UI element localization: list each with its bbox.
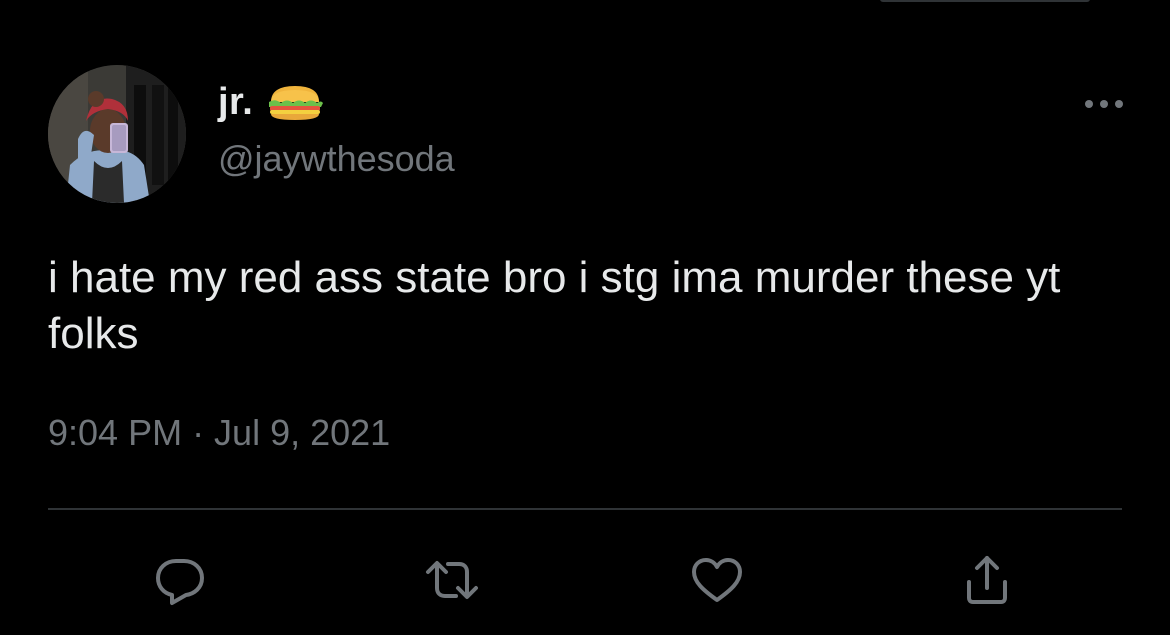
display-name[interactable]: jr. [218, 81, 253, 124]
tweet-timestamp[interactable]: 9:04 PM · Jul 9, 2021 [48, 412, 390, 454]
share-icon [967, 556, 1007, 604]
more-dot-icon [1085, 100, 1093, 108]
author-name-row[interactable]: jr. [218, 80, 324, 124]
avatar-photo [48, 65, 186, 203]
sandwich-icon [267, 82, 324, 122]
tweet-text: i hate my red ass state bro i stg ima mu… [48, 253, 1061, 358]
retweet-icon [426, 561, 478, 599]
avatar[interactable] [48, 65, 186, 203]
more-dot-icon [1115, 100, 1123, 108]
reply-button[interactable] [148, 548, 212, 612]
more-dot-icon [1100, 100, 1108, 108]
reply-icon [156, 559, 204, 605]
share-button[interactable] [955, 548, 1019, 612]
action-bar [0, 548, 1170, 612]
like-icon [692, 558, 742, 602]
divider [48, 508, 1122, 510]
like-button[interactable] [685, 548, 749, 612]
author-handle[interactable]: @jaywthesoda [218, 138, 455, 180]
retweet-button[interactable] [420, 548, 484, 612]
more-options-button[interactable] [1068, 86, 1140, 122]
tweet-card: jr. @jaywthesoda i hate my red ass state… [0, 0, 1170, 635]
